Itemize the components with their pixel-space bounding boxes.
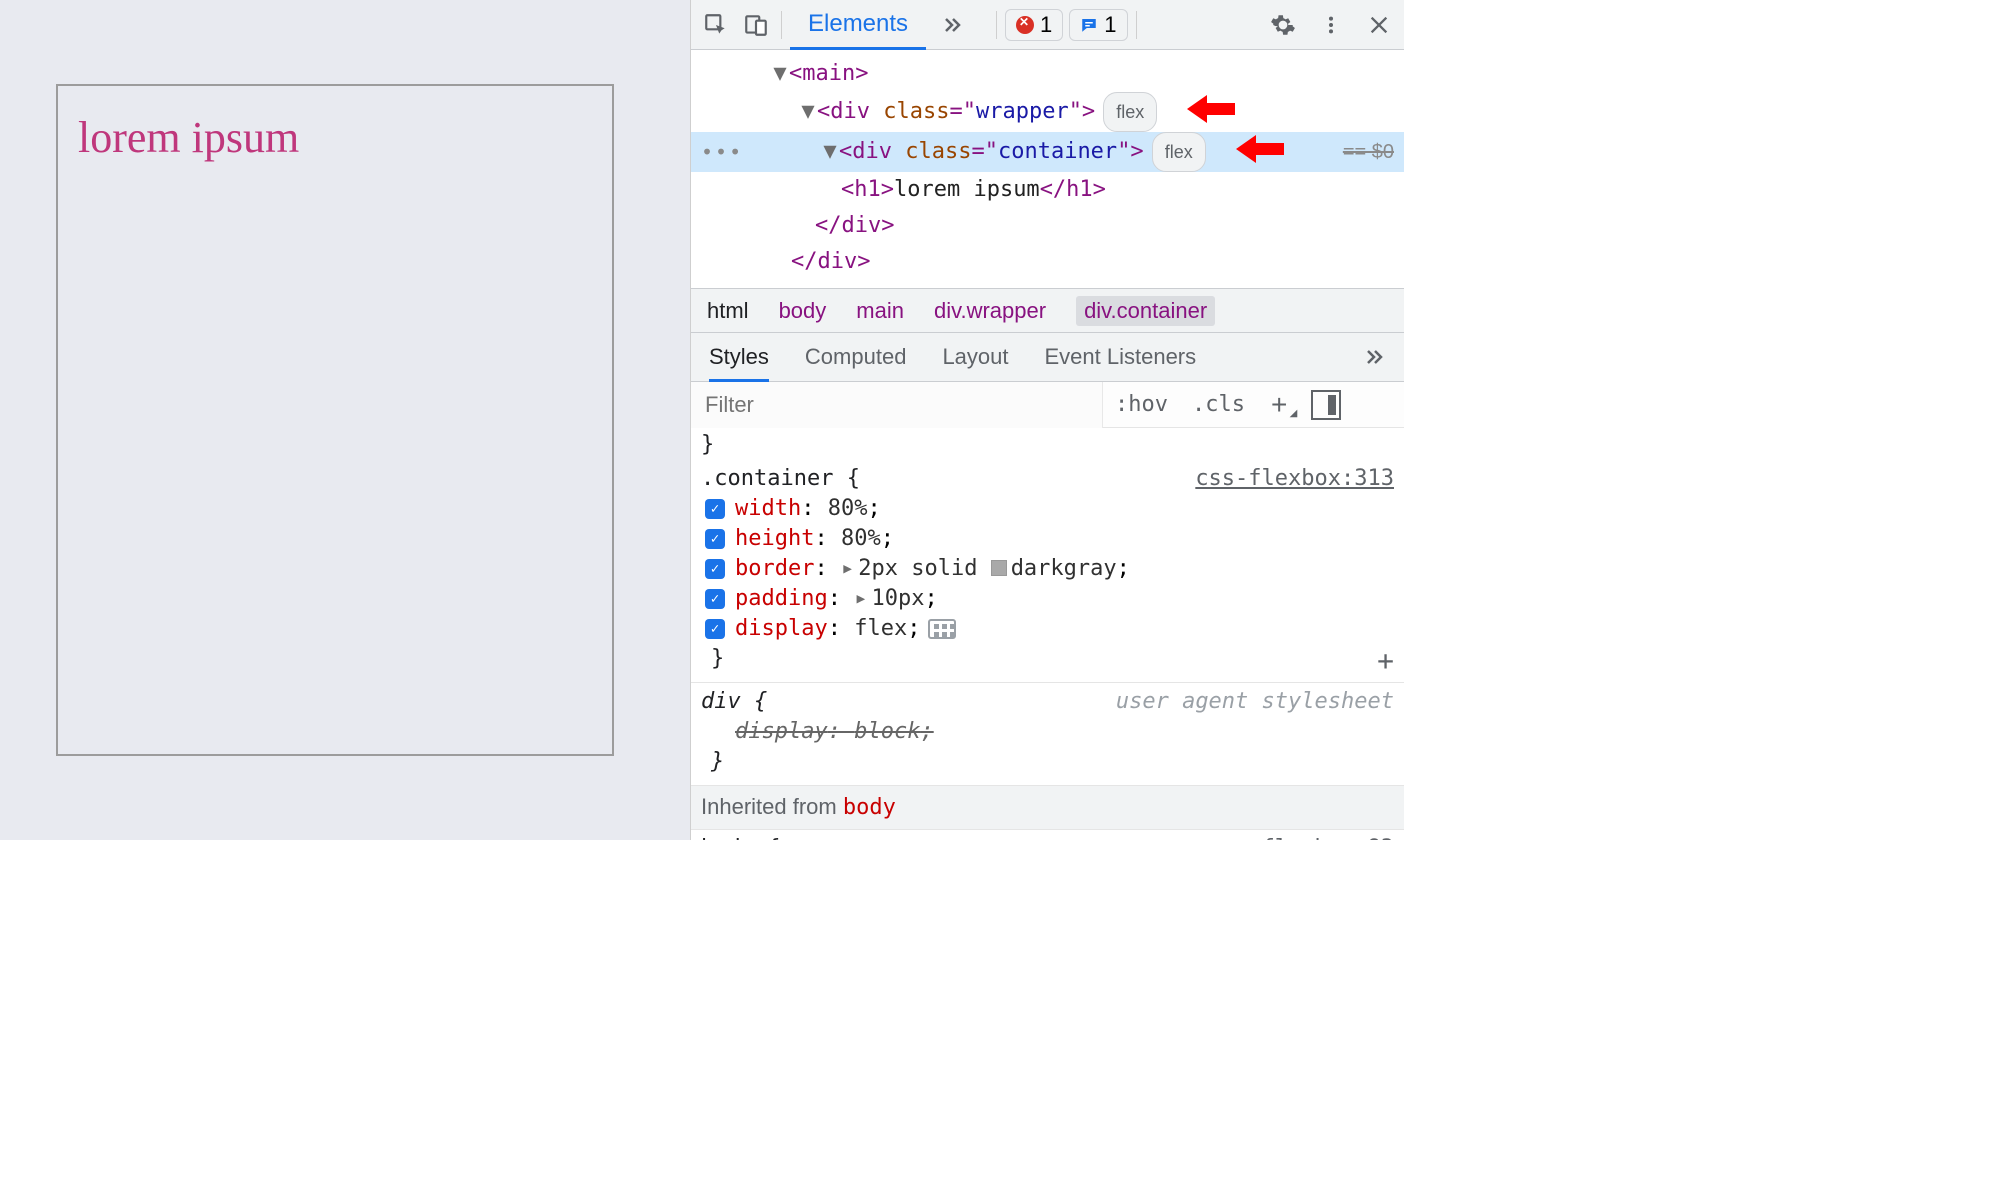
error-count-pill[interactable]: 1 [1005, 9, 1063, 41]
color-swatch-icon[interactable] [991, 560, 1007, 576]
close-devtools-icon[interactable] [1362, 8, 1396, 42]
message-icon [1080, 16, 1098, 34]
inherited-from-element[interactable]: body [843, 795, 896, 820]
divider [1136, 11, 1137, 39]
crumb-container-selected[interactable]: div.container [1076, 296, 1215, 326]
style-rule-div-ua[interactable]: user agent stylesheet div { display: blo… [691, 683, 1404, 786]
checkbox-icon[interactable]: ✓ [705, 619, 725, 639]
dom-node-div-close[interactable]: </div> [691, 244, 1404, 280]
caret-down-icon[interactable]: ▼ [771, 56, 789, 92]
divider [996, 11, 997, 39]
source-link[interactable]: css-flexbox:313 [1195, 464, 1394, 494]
computed-sidebar-toggle-icon[interactable] [1311, 390, 1341, 420]
crumb-main[interactable]: main [856, 298, 904, 324]
page-viewport: lorem ipsum [0, 0, 690, 840]
styles-rules-list: } css-flexbox:313 .container { ✓ width: … [691, 428, 1404, 840]
css-decl-height[interactable]: ✓ height: 80%; [701, 524, 1394, 554]
tab-event-listeners[interactable]: Event Listeners [1045, 344, 1197, 370]
tab-layout[interactable]: Layout [942, 344, 1008, 370]
crumb-body[interactable]: body [779, 298, 827, 324]
container-element[interactable]: lorem ipsum [56, 84, 614, 756]
css-decl-display[interactable]: ✓ display: flex; [701, 614, 1394, 644]
style-rule-body-cutoff[interactable]: body { css-flexbox:83 [691, 830, 1404, 840]
hov-toggle[interactable]: :hov [1103, 392, 1180, 417]
cls-toggle[interactable]: .cls [1180, 392, 1257, 417]
inherited-from-header: Inherited from body [691, 786, 1404, 830]
tab-computed[interactable]: Computed [805, 344, 907, 370]
css-decl-width[interactable]: ✓ width: 80%; [701, 494, 1394, 524]
checkbox-icon[interactable]: ✓ [705, 589, 725, 609]
crumb-html[interactable]: html [707, 298, 749, 324]
caret-down-icon[interactable]: ▼ [821, 134, 839, 170]
dom-node-h1[interactable]: <h1>lorem ipsum</h1> [691, 172, 1404, 208]
devtools-toolbar: Elements 1 1 [691, 0, 1404, 50]
more-subtabs-chevron-icon[interactable] [1362, 345, 1386, 369]
new-style-rule-icon[interactable]: +◢ [1257, 389, 1301, 421]
error-icon [1016, 16, 1034, 34]
styles-subtabs: Styles Computed Layout Event Listeners [691, 332, 1404, 382]
expand-shorthand-icon[interactable]: ▸ [841, 556, 854, 581]
flex-badge[interactable]: flex [1152, 132, 1206, 172]
flex-badge[interactable]: flex [1103, 92, 1157, 132]
devtools-panel: Elements 1 1 ▼<main> [690, 0, 1404, 840]
elements-breadcrumb: html body main div.wrapper div.container [691, 288, 1404, 332]
device-toggle-icon[interactable] [739, 8, 773, 42]
checkbox-icon[interactable]: ✓ [705, 499, 725, 519]
styles-filter-bar: :hov .cls +◢ [691, 382, 1404, 428]
kebab-menu-icon[interactable] [1314, 8, 1348, 42]
expand-shorthand-icon[interactable]: ▸ [854, 586, 867, 611]
css-decl-padding[interactable]: ✓ padding: ▸10px; [701, 584, 1394, 614]
settings-gear-icon[interactable] [1266, 8, 1300, 42]
tab-styles[interactable]: Styles [709, 332, 769, 382]
dom-node-container-selected[interactable]: ••• ▼<div class="container"> flex == $0 [691, 132, 1404, 172]
prev-rule-close: } [691, 430, 1404, 460]
selected-node-marker: == $0 [1343, 134, 1394, 170]
checkbox-icon[interactable]: ✓ [705, 529, 725, 549]
add-declaration-icon[interactable]: + [1377, 646, 1394, 676]
css-decl-display-overridden: display: block; [701, 717, 1394, 747]
style-rule-container[interactable]: css-flexbox:313 .container { ✓ width: 80… [691, 460, 1404, 683]
rule-close: } [701, 747, 1394, 777]
error-count: 1 [1040, 12, 1052, 38]
message-count: 1 [1104, 12, 1116, 38]
flexbox-editor-icon[interactable] [928, 619, 956, 639]
dom-node-div-close[interactable]: </div> [691, 208, 1404, 244]
styles-filter-input[interactable] [691, 382, 1103, 428]
annotation-arrow-icon [1187, 95, 1235, 123]
css-decl-border[interactable]: ✓ border: ▸2px solid darkgray; [701, 554, 1394, 584]
caret-down-icon[interactable]: ▼ [799, 94, 817, 130]
elements-dom-tree[interactable]: ▼<main> ▼<div class="wrapper"> flex ••• … [691, 50, 1404, 288]
crumb-wrapper[interactable]: div.wrapper [934, 298, 1046, 324]
tab-elements[interactable]: Elements [790, 0, 926, 50]
heading-lorem: lorem ipsum [78, 112, 299, 744]
annotation-arrow-icon [1236, 135, 1284, 163]
gutter-actions-icon[interactable]: ••• [701, 134, 743, 170]
message-count-pill[interactable]: 1 [1069, 9, 1127, 41]
dom-node-main[interactable]: ▼<main> [691, 56, 1404, 92]
dom-node-wrapper[interactable]: ▼<div class="wrapper"> flex [691, 92, 1404, 132]
user-agent-label: user agent stylesheet [1116, 687, 1394, 717]
inspect-icon[interactable] [699, 8, 733, 42]
source-link[interactable]: css-flexbox:83 [1209, 834, 1394, 840]
more-tabs-chevron-icon[interactable] [932, 13, 972, 37]
divider [781, 11, 782, 39]
rule-close: } [701, 644, 1394, 674]
checkbox-icon[interactable]: ✓ [705, 559, 725, 579]
